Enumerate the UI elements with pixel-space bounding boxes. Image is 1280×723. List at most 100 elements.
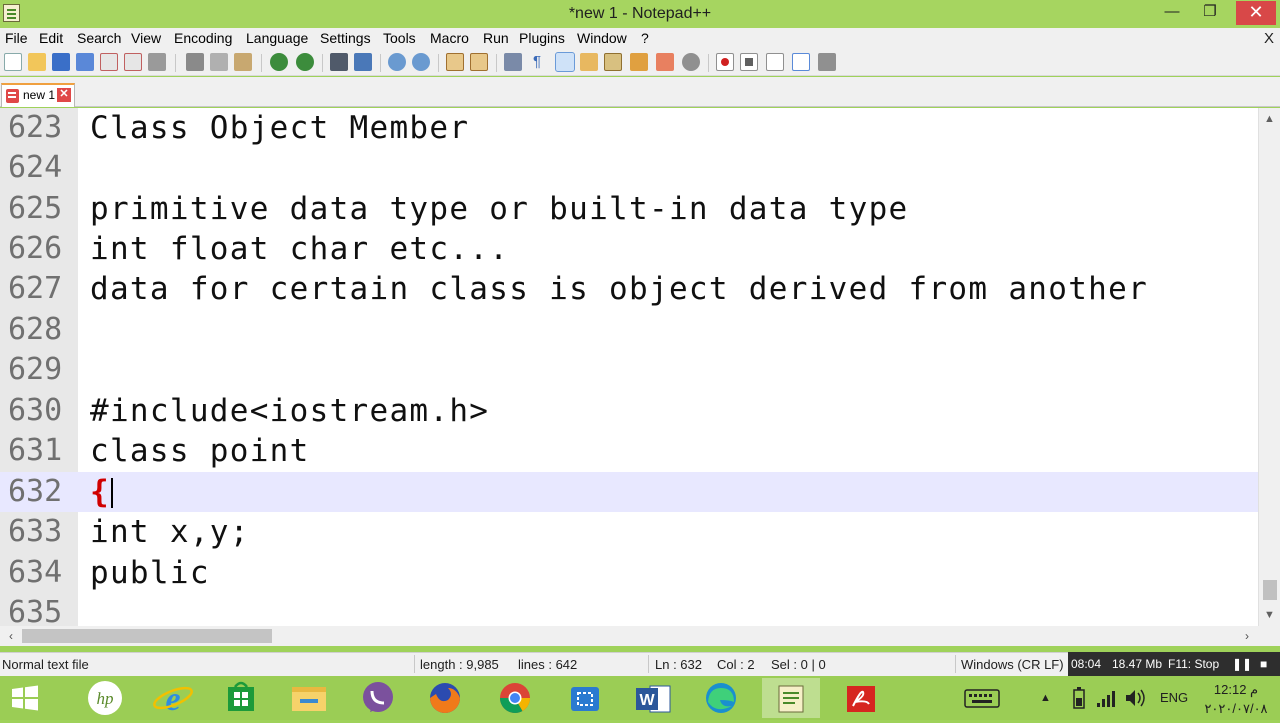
edge-icon[interactable] [692, 678, 750, 718]
menu-tools[interactable]: Tools [383, 30, 416, 46]
svg-text:e: e [165, 681, 180, 718]
scroll-left-icon[interactable]: ‹ [2, 626, 20, 646]
record-macro-icon[interactable] [716, 53, 734, 71]
editor-line: 625 primitive data type or built-in data… [0, 189, 1258, 229]
scroll-up-icon[interactable]: ▲ [1259, 110, 1280, 128]
close-document-button[interactable]: X [1264, 30, 1274, 47]
snipping-tool-icon[interactable] [556, 678, 614, 718]
status-eol[interactable]: Windows (CR LF) [961, 657, 1064, 672]
function-icon[interactable] [682, 53, 700, 71]
menu-window[interactable]: Window [577, 30, 627, 46]
menu-encoding[interactable]: Encoding [174, 30, 232, 46]
vertical-scrollbar[interactable]: ▲ ▼ [1258, 108, 1280, 626]
stop-recording-button[interactable]: ■ [1260, 657, 1267, 671]
viber-icon[interactable] [348, 678, 406, 718]
menu-search[interactable]: Search [77, 30, 121, 46]
open-file-icon[interactable] [28, 53, 46, 71]
vertical-scroll-thumb[interactable] [1263, 580, 1277, 600]
editor-line: 623 Class Object Member [0, 108, 1258, 148]
folder-workspace-icon[interactable] [630, 53, 648, 71]
line-number: 631 [8, 433, 63, 468]
current-line: 632 { [0, 472, 1258, 512]
clock[interactable]: 12:12 م ٢٠٢٠/٠٧/٠٨ [1200, 676, 1272, 720]
network-icon[interactable] [1094, 676, 1116, 720]
line-number: 628 [8, 312, 63, 347]
line-text[interactable]: primitive data type or built-in data typ… [90, 191, 909, 227]
acrobat-icon[interactable] [832, 678, 890, 718]
menu-help[interactable]: ? [641, 30, 649, 46]
internet-explorer-icon[interactable]: e [144, 678, 202, 718]
menu-plugins[interactable]: Plugins [519, 30, 565, 46]
close-all-icon[interactable] [124, 53, 142, 71]
new-file-icon[interactable] [4, 53, 22, 71]
line-text[interactable]: int float char etc... [90, 231, 509, 267]
close-window-button[interactable]: ✕ [1236, 1, 1276, 25]
horizontal-scroll-thumb[interactable] [22, 629, 272, 643]
sync-horizontal-icon[interactable] [470, 53, 488, 71]
copy-icon[interactable] [210, 53, 228, 71]
save-all-icon[interactable] [76, 53, 94, 71]
zoom-out-icon[interactable] [412, 53, 430, 71]
hp-icon[interactable]: hp [76, 678, 134, 718]
restore-button[interactable]: ❐ [1192, 1, 1228, 25]
menu-settings[interactable]: Settings [320, 30, 371, 46]
save-icon[interactable] [52, 53, 70, 71]
print-icon[interactable] [148, 53, 166, 71]
touch-keyboard-icon[interactable] [960, 676, 1006, 720]
stop-record-icon[interactable] [740, 53, 758, 71]
status-divider [955, 655, 956, 673]
volume-icon[interactable] [1122, 676, 1146, 720]
show-all-chars-icon[interactable]: ¶ [528, 53, 546, 71]
run-macro-multiple-icon[interactable] [792, 53, 810, 71]
tab-new-1[interactable]: new 1 ✕ [1, 83, 75, 107]
line-text[interactable]: { [90, 474, 110, 510]
scroll-right-icon[interactable]: › [1238, 626, 1256, 646]
menu-file[interactable]: File [5, 30, 28, 46]
scroll-down-icon[interactable]: ▼ [1259, 606, 1280, 624]
word-wrap-icon[interactable] [504, 53, 522, 71]
firefox-icon[interactable] [416, 678, 474, 718]
doc-map-icon[interactable] [580, 53, 598, 71]
tray-overflow-icon[interactable]: ▲ [1040, 676, 1056, 720]
indent-guide-icon[interactable] [555, 52, 575, 72]
tab-close-icon[interactable]: ✕ [57, 88, 71, 102]
menu-run[interactable]: Run [483, 30, 509, 46]
close-icon[interactable] [100, 53, 118, 71]
zoom-in-icon[interactable] [388, 53, 406, 71]
menu-view[interactable]: View [131, 30, 161, 46]
line-text[interactable]: Class Object Member [90, 110, 469, 146]
menu-edit[interactable]: Edit [39, 30, 63, 46]
file-explorer-icon[interactable] [280, 678, 338, 718]
find-icon[interactable] [330, 53, 348, 71]
function-list-icon[interactable] [604, 53, 622, 71]
line-text[interactable]: public [90, 555, 210, 591]
notepadpp-icon[interactable] [762, 678, 820, 718]
line-number: 625 [8, 191, 63, 226]
start-icon[interactable] [0, 678, 50, 718]
store-icon[interactable] [212, 678, 270, 718]
redo-icon[interactable] [296, 53, 314, 71]
status-length: length : 9,985 [420, 657, 499, 672]
battery-icon[interactable] [1068, 676, 1090, 720]
chrome-icon[interactable] [486, 678, 544, 718]
line-text[interactable]: class point [90, 433, 310, 469]
replace-icon[interactable] [354, 53, 372, 71]
line-text[interactable]: #include<iostream.h> [90, 393, 489, 429]
paste-icon[interactable] [234, 53, 252, 71]
sync-vertical-icon[interactable] [446, 53, 464, 71]
line-text[interactable]: data for certain class is object derived… [90, 271, 1148, 307]
word-icon[interactable]: W [624, 678, 682, 718]
editor[interactable]: 623 Class Object Member 624 625 primitiv… [0, 108, 1258, 626]
line-text[interactable]: int x,y; [90, 514, 250, 550]
monitoring-icon[interactable] [656, 53, 674, 71]
cut-icon[interactable] [186, 53, 204, 71]
pause-recording-button[interactable]: ❚❚ [1232, 657, 1252, 671]
menu-macro[interactable]: Macro [430, 30, 469, 46]
minimize-button[interactable]: — [1154, 1, 1190, 25]
play-macro-icon[interactable] [766, 53, 784, 71]
undo-icon[interactable] [270, 53, 288, 71]
horizontal-scrollbar[interactable]: ‹ › [0, 626, 1258, 646]
menu-language[interactable]: Language [246, 30, 308, 46]
input-language[interactable]: ENG [1160, 676, 1188, 720]
save-macro-icon[interactable] [818, 53, 836, 71]
